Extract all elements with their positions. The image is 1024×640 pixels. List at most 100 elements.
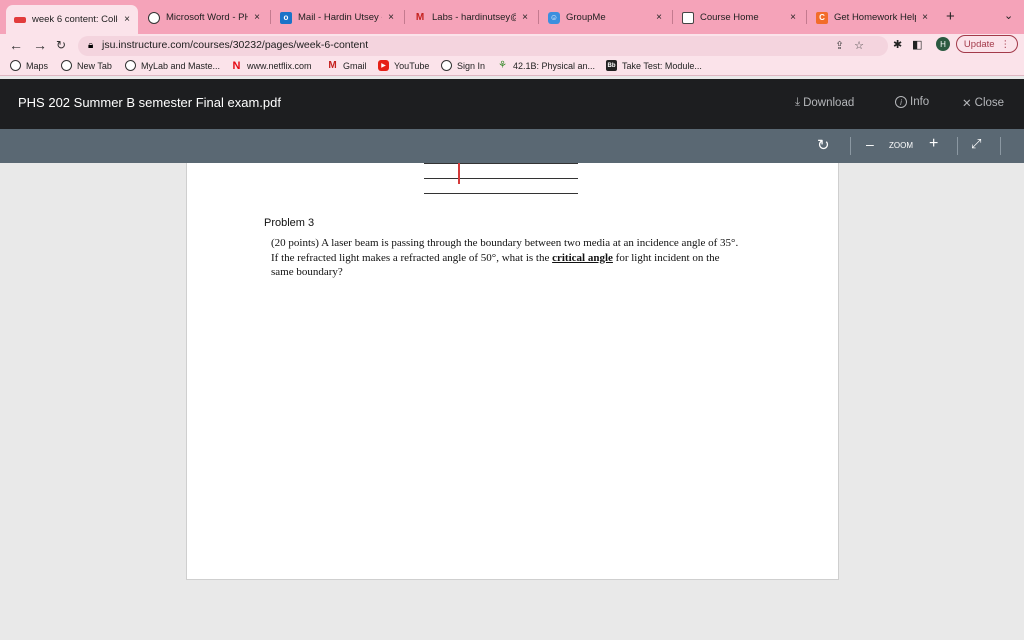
groupme-icon: ☺ (548, 11, 560, 24)
globe-icon (441, 60, 452, 71)
tab-label: Mail - Hardin Utsey - (298, 12, 383, 23)
figure-line (424, 163, 578, 164)
blackboard-icon: Bb (606, 60, 617, 71)
side-panel-icon[interactable]: ◧ (912, 38, 922, 51)
tab-mail[interactable]: o Mail - Hardin Utsey - × (272, 5, 402, 30)
zoom-label: ZOOM (889, 141, 913, 150)
problem-text: (20 points) A laser beam is passing thro… (271, 236, 741, 280)
youtube-icon: ▶ (378, 60, 389, 71)
tab-labs[interactable]: M Labs - hardinutsey@ × (406, 5, 536, 30)
globe-icon (148, 11, 160, 24)
tab-groupme[interactable]: ☺ GroupMe × (540, 5, 670, 30)
info-label: Info (910, 96, 930, 108)
tab-label: GroupMe (566, 12, 606, 23)
lock-icon[interactable]: 🔒︎ (88, 40, 93, 51)
bookmark-maps[interactable]: Maps (10, 60, 48, 71)
bookmark-label: 42.1B: Physical an... (513, 60, 596, 71)
close-tab-icon[interactable]: × (922, 12, 928, 23)
close-tab-icon[interactable]: × (124, 14, 130, 25)
close-tab-icon[interactable]: × (254, 12, 260, 23)
tab-label: Microsoft Word - PHS (166, 12, 249, 23)
bookmark-libretexts[interactable]: ⚘ 42.1B: Physical an... (497, 60, 595, 71)
reload-icon[interactable]: ↻ (56, 38, 66, 52)
url-text[interactable]: jsu.instructure.com/courses/30232/pages/… (102, 39, 368, 51)
update-label: Update (963, 38, 995, 50)
download-icon: ⤓ (795, 96, 801, 108)
new-tab-button[interactable]: + (946, 8, 955, 25)
bookmark-gmail[interactable]: M Gmail (327, 60, 367, 71)
tab-course-home[interactable]: Course Home × (674, 5, 804, 30)
bookmark-take-test[interactable]: Bb Take Test: Module... (606, 60, 702, 71)
browser-toolbar: ← → ↻ 🔒︎ jsu.instructure.com/courses/302… (0, 34, 1024, 58)
bookmark-mylab[interactable]: MyLab and Maste... (125, 60, 220, 71)
figure-line (424, 193, 578, 194)
libretexts-icon: ⚘ (498, 60, 507, 71)
bookmark-label: www.netflix.com (247, 60, 312, 71)
download-button[interactable]: ⤓ Download (795, 96, 854, 109)
bookmark-label: Take Test: Module... (622, 60, 702, 71)
gmail-icon: M (415, 12, 425, 23)
close-tab-icon[interactable]: × (790, 12, 796, 23)
info-icon: i (895, 96, 907, 108)
tab-label: Course Home (700, 12, 759, 23)
bookmark-label: Maps (26, 60, 49, 71)
omnibox-actions: ⇪☆ (835, 39, 874, 52)
file-viewer-header: PHS 202 Summer B semester Final exam.pdf… (0, 79, 1024, 129)
close-tab-icon[interactable]: × (388, 12, 394, 23)
zoom-in-button[interactable]: + (929, 135, 938, 153)
update-button[interactable]: Update ⋮ (956, 35, 1018, 53)
bookmark-netflix[interactable]: Nwww.netflix.com (231, 59, 312, 72)
bookmark-new-tab[interactable]: New Tab (61, 60, 112, 71)
back-arrow-icon[interactable]: ← (9, 37, 23, 53)
fullscreen-icon[interactable]: ⤢ (971, 136, 981, 152)
bookmark-label: Sign In (457, 60, 486, 71)
close-tab-icon[interactable]: × (656, 12, 662, 23)
tab-strip: week 6 content: Colle × Microsoft Word -… (0, 0, 1024, 34)
document-title: PHS 202 Summer B semester Final exam.pdf (18, 95, 281, 110)
netflix-icon: N (232, 59, 241, 72)
document-area[interactable]: Problem 3 (20 points) A laser beam is pa… (0, 163, 1024, 640)
gmail-icon: M (328, 60, 337, 71)
forward-arrow-icon[interactable]: → (33, 37, 47, 53)
zoom-out-button[interactable]: – (866, 136, 874, 152)
rotate-icon[interactable]: ↻ (817, 136, 830, 154)
bookmark-label: MyLab and Maste... (141, 60, 221, 71)
globe-icon (125, 60, 136, 71)
close-label: Close (974, 97, 1005, 109)
canvas-icon (14, 16, 26, 23)
bookmark-star-icon[interactable]: ☆ (854, 40, 874, 52)
figure-line (424, 178, 578, 179)
tab-microsoft-word[interactable]: Microsoft Word - PHS × (140, 5, 268, 30)
bookmark-label: YouTube (394, 60, 430, 71)
tab-label: Labs - hardinutsey@ (432, 12, 517, 23)
critical-angle-keyword: critical angle (552, 251, 613, 264)
extension-puzzle-icon[interactable]: ✱ (893, 38, 902, 51)
tab-label: Get Homework Help (834, 12, 917, 23)
outlook-icon: o (280, 11, 292, 24)
download-label: Download (803, 96, 855, 109)
document-icon (682, 11, 694, 24)
bookmark-sign-in[interactable]: Sign In (441, 60, 485, 71)
viewer-toolbar: ↻ – ZOOM + ⤢ (0, 129, 1024, 163)
globe-icon (61, 60, 72, 71)
pdf-page: Problem 3 (20 points) A laser beam is pa… (186, 163, 839, 580)
figure-red-marker (458, 163, 460, 184)
close-icon: ✕ (962, 98, 972, 110)
profile-avatar[interactable]: H (936, 37, 950, 51)
bookmark-label: Gmail (343, 60, 367, 71)
globe-icon (10, 60, 21, 71)
tab-label: week 6 content: Colle (32, 14, 119, 25)
kebab-menu-icon: ⋮ (1000, 38, 1011, 50)
share-icon[interactable]: ⇪ (835, 40, 854, 52)
problem-title: Problem 3 (264, 217, 315, 229)
tab-week-6-content[interactable]: week 6 content: Colle × (6, 5, 138, 34)
close-tab-icon[interactable]: × (522, 12, 528, 23)
bookmark-label: New Tab (77, 60, 112, 71)
tab-search-button[interactable]: ⌄ (1004, 9, 1013, 22)
bookmarks-bar: Maps New Tab MyLab and Maste... Nwww.net… (0, 58, 1024, 76)
info-button[interactable]: i Info (895, 96, 929, 108)
address-bar[interactable]: 🔒︎ jsu.instructure.com/courses/30232/pag… (78, 36, 888, 56)
bookmark-youtube[interactable]: ▶ YouTube (378, 60, 429, 71)
close-button[interactable]: ✕ Close (962, 96, 1004, 110)
tab-get-homework-help[interactable]: C Get Homework Help × (808, 5, 936, 30)
